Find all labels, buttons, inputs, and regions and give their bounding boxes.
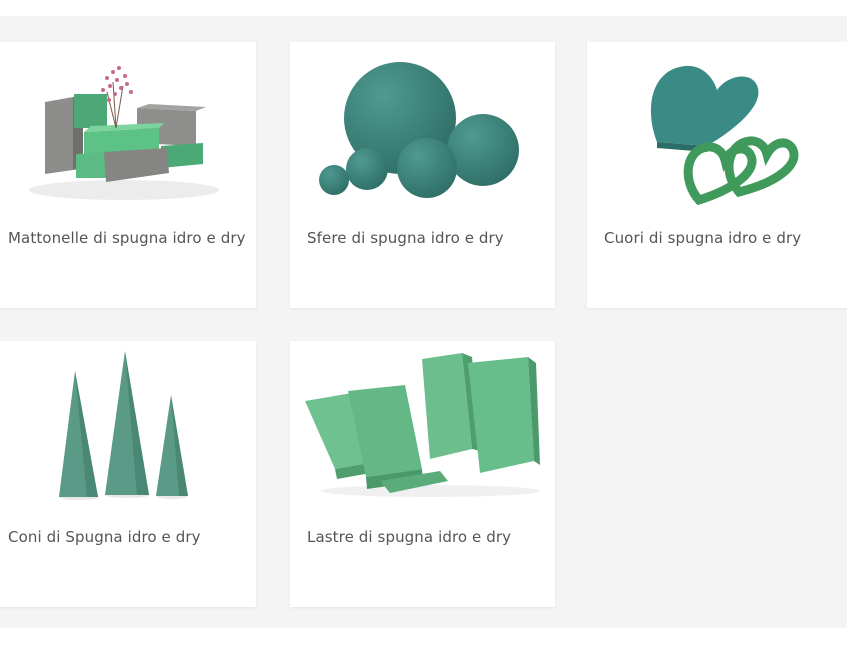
foam-cones-image — [0, 341, 256, 521]
foam-hearts-image — [587, 42, 847, 222]
category-label[interactable]: Mattonelle di spugna idro e dry — [8, 229, 246, 247]
category-card-sfere[interactable]: Sfere di spugna idro e dry — [290, 42, 555, 308]
category-label[interactable]: Lastre di spugna idro e dry — [307, 528, 511, 546]
category-card-cuori[interactable]: Cuori di spugna idro e dry — [587, 42, 847, 308]
category-card-mattonelle[interactable]: Mattonelle di spugna idro e dry — [0, 42, 256, 308]
category-card-lastre[interactable]: Lastre di spugna idro e dry — [290, 341, 555, 607]
foam-bricks-image — [0, 42, 256, 222]
category-card-coni[interactable]: Coni di Spugna idro e dry — [0, 341, 256, 607]
category-label[interactable]: Cuori di spugna idro e dry — [604, 229, 801, 247]
foam-spheres-image — [290, 42, 555, 222]
foam-slabs-image — [290, 341, 555, 521]
category-label[interactable]: Sfere di spugna idro e dry — [307, 229, 504, 247]
category-label[interactable]: Coni di Spugna idro e dry — [8, 528, 201, 546]
